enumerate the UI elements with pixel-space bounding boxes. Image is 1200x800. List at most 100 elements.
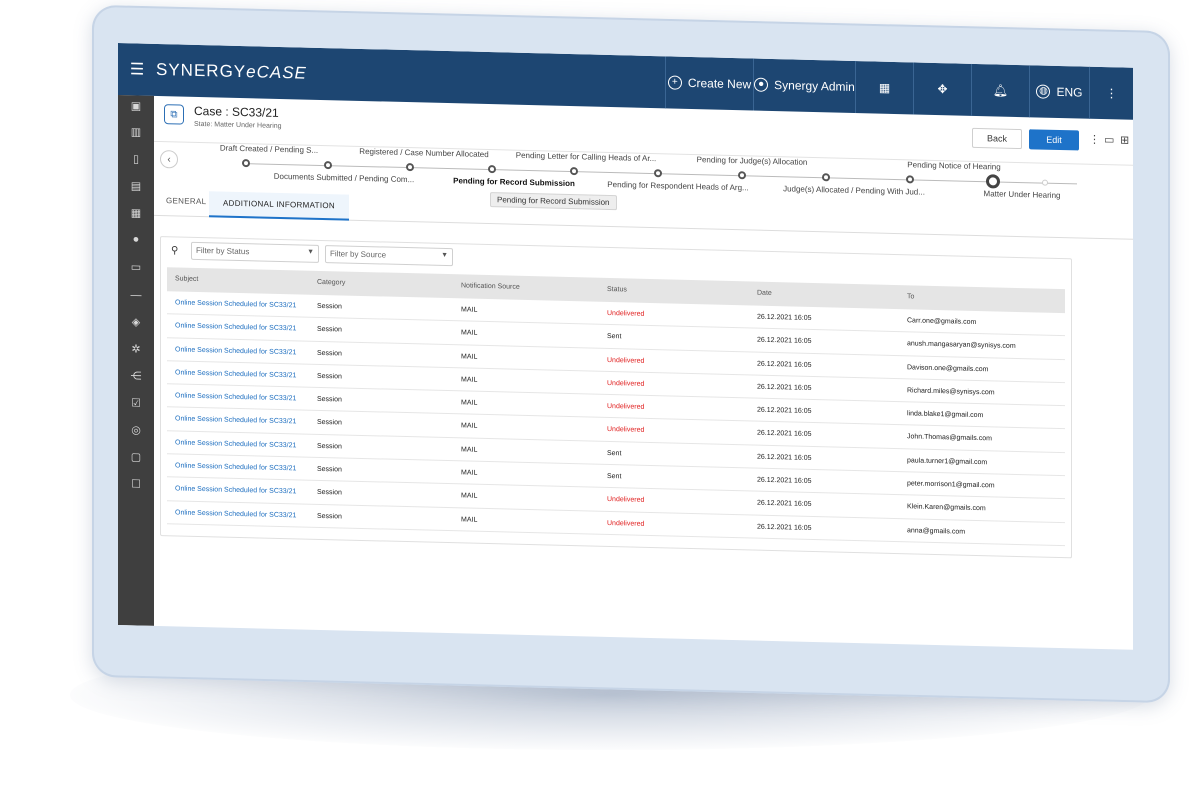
workflow-step-label: Pending for Judge(s) Allocation (696, 155, 808, 167)
row-status: Sent (607, 333, 622, 341)
row-source: MAIL (461, 399, 478, 407)
chart-icon[interactable]: ▥ (118, 125, 154, 139)
task-icon[interactable]: ☐ (118, 477, 154, 491)
app-screen: ☰ SYNERGYeCASE + Create New ● Synergy Ad… (118, 43, 1133, 650)
create-new-button[interactable]: + Create New (665, 56, 753, 111)
document-icon[interactable]: ▭ (118, 260, 154, 274)
workflow-step-future (1042, 179, 1048, 186)
notifications-button[interactable]: 🔔︎ (971, 63, 1029, 118)
row-subject-link[interactable]: Online Session Scheduled for SC33/21 (175, 439, 296, 449)
workflow-step-dot[interactable] (488, 165, 496, 174)
row-source: MAIL (461, 446, 478, 454)
row-subject-link[interactable]: Online Session Scheduled for SC33/21 (175, 509, 296, 519)
workflow-step-dot[interactable] (906, 175, 914, 184)
dashboard-icon[interactable]: ▣ (118, 99, 154, 113)
workflow-step-dot[interactable] (822, 173, 830, 182)
column-header[interactable]: To (907, 293, 914, 300)
workflow-step-dot[interactable] (570, 167, 578, 176)
checklist-icon[interactable]: ☑ (118, 396, 154, 410)
language-button[interactable]: ◍ ENG (1029, 65, 1089, 119)
case-copy-icon[interactable]: ⧉ (164, 104, 184, 125)
workflow-step-dot[interactable] (242, 159, 250, 168)
apps-button[interactable]: ✥ (913, 62, 971, 116)
column-header[interactable]: Subject (175, 275, 198, 283)
column-header[interactable]: Notification Source (461, 282, 520, 290)
user-icon: ● (754, 77, 769, 92)
row-subject-link[interactable]: Online Session Scheduled for SC33/21 (175, 346, 296, 356)
row-date: 26.12.2021 16:05 (757, 313, 812, 322)
row-category: Session (317, 396, 342, 404)
row-subject-link[interactable]: Online Session Scheduled for SC33/21 (175, 416, 296, 426)
gear-icon[interactable]: ✲ (118, 342, 154, 356)
left-sidebar: ▣ ▥ ▯ ▤ ▦ ● ▭ — ◈ ✲ ⋲ ☑ ◎ ▢ ☐ (118, 95, 154, 626)
workflow-step-dot[interactable] (406, 163, 414, 172)
row-source: MAIL (461, 376, 478, 384)
chevron-left-icon[interactable]: ‹ (160, 150, 178, 169)
row-status: Undelivered (607, 309, 645, 318)
calendar-icon[interactable]: ▦ (118, 206, 154, 220)
comment-icon[interactable]: ▭ (1104, 133, 1114, 146)
workflow-step-label: Documents Submitted / Pending Com... (273, 171, 415, 185)
kebab-icon[interactable]: ⋮ (1089, 133, 1100, 146)
row-source: MAIL (461, 352, 478, 361)
user-name: Synergy Admin (774, 78, 855, 95)
add-box-icon[interactable]: ⊞ (1120, 133, 1129, 146)
users-icon[interactable]: ● (118, 233, 154, 246)
source-filter-select[interactable]: Filter by Source ▼ (325, 245, 453, 267)
row-status: Undelivered (607, 356, 645, 365)
database-icon[interactable]: ◎ (118, 423, 154, 437)
brand-sub: eCASE (246, 62, 307, 83)
row-recipient: Davison.one@gmails.com (907, 363, 989, 373)
row-category: Session (317, 372, 342, 381)
row-category: Session (317, 326, 342, 334)
row-status: Undelivered (607, 379, 645, 388)
row-subject-link[interactable]: Online Session Scheduled for SC33/21 (175, 323, 296, 333)
column-header[interactable]: Date (757, 290, 772, 297)
row-subject-link[interactable]: Online Session Scheduled for SC33/21 (175, 462, 296, 472)
workflow-step-current[interactable] (986, 174, 1000, 189)
workflow-step-label: Pending Notice of Hearing (907, 160, 1001, 172)
row-date: 26.12.2021 16:05 (757, 476, 812, 486)
row-date: 26.12.2021 16:05 (757, 523, 812, 532)
case-title: Case : SC33/21 (194, 103, 279, 120)
workflow-step-dot[interactable] (654, 169, 662, 178)
workflow-step-dot[interactable] (324, 161, 332, 170)
column-header[interactable]: Category (317, 279, 345, 287)
edit-button[interactable]: Edit (1029, 129, 1079, 151)
workflow-step-dot[interactable] (738, 171, 746, 180)
main-content: ⧉ Case : SC33/21 State: Matter Under Hea… (154, 95, 1133, 650)
workflow-step-label: Pending for Respondent Heads of Arg... (607, 179, 749, 193)
table-body: Online Session Scheduled for SC33/21 Sess… (167, 291, 1065, 547)
notifications-table: Subject Category Notification Source Sta… (167, 267, 1065, 547)
globe-icon: ◍ (1036, 84, 1051, 99)
brand-main: SYNERGY (156, 59, 247, 82)
row-subject-link[interactable]: Online Session Scheduled for SC33/21 (175, 393, 296, 403)
more-options-button[interactable]: ⋮ (1089, 66, 1133, 120)
user-menu[interactable]: ● Synergy Admin (753, 58, 855, 114)
row-date: 26.12.2021 16:05 (757, 360, 812, 369)
apps-icon: ✥ (937, 82, 948, 97)
row-category: Session (317, 465, 342, 474)
case-state: State: Matter Under Hearing (194, 120, 282, 130)
row-subject-link[interactable]: Online Session Scheduled for SC33/21 (175, 486, 296, 496)
row-category: Session (317, 512, 342, 521)
calendar-button[interactable]: ▦ (855, 61, 913, 115)
calendar-icon: ▦ (878, 80, 891, 95)
search-icon[interactable]: ⚲ (171, 245, 185, 256)
row-subject-link[interactable]: Online Session Scheduled for SC33/21 (175, 369, 296, 379)
status-filter-select[interactable]: Filter by Status ▼ (191, 241, 319, 263)
briefcase-icon[interactable]: ▤ (118, 179, 154, 193)
shield-icon[interactable]: ◈ (118, 315, 154, 329)
tab-additional-information[interactable]: ADDITIONAL INFORMATION (209, 191, 349, 221)
column-header[interactable]: Status (607, 286, 627, 293)
back-button[interactable]: Back (972, 127, 1022, 150)
row-subject-link[interactable]: Online Session Scheduled for SC33/21 (175, 299, 296, 309)
status-filter-placeholder: Filter by Status (196, 245, 250, 257)
tab-general[interactable]: GENERAL (166, 196, 206, 206)
row-recipient: peter.morrison1@gmail.com (907, 480, 995, 490)
hierarchy-icon[interactable]: ⋲ (118, 369, 154, 383)
monitor-icon[interactable]: ▢ (118, 450, 154, 464)
row-date: 26.12.2021 16:05 (757, 406, 812, 416)
book-icon[interactable]: ▯ (118, 152, 154, 166)
menu-icon[interactable]: ☰ (118, 59, 156, 80)
